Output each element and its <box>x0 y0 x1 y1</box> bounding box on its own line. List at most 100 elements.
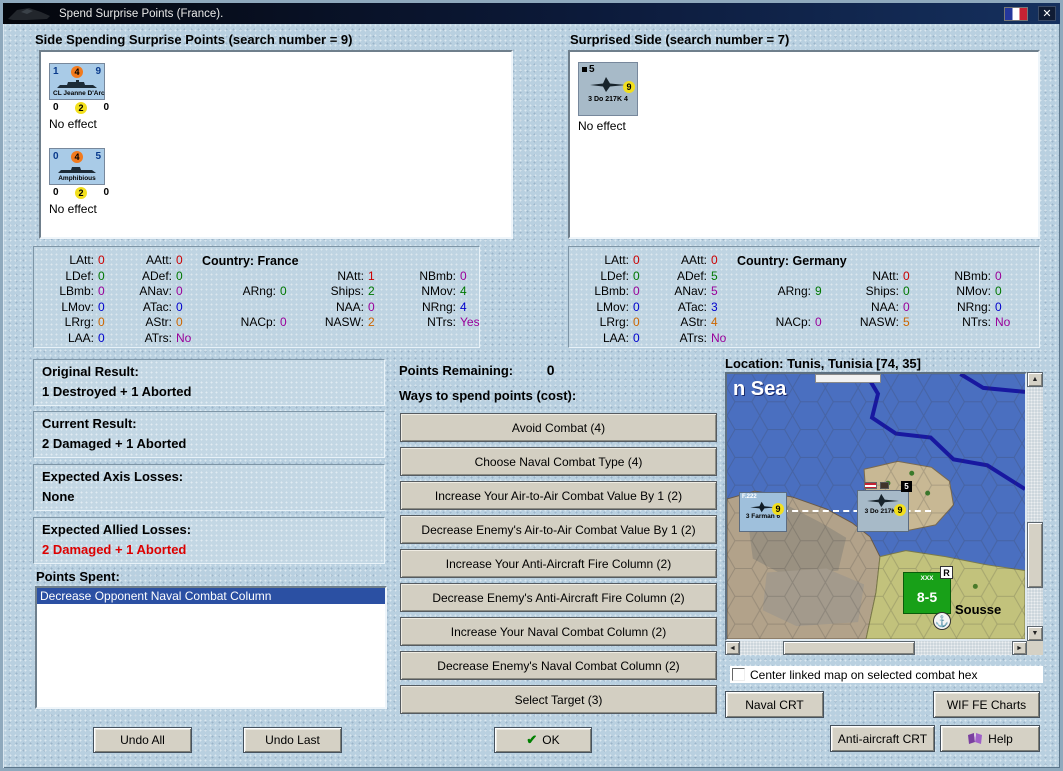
port-anchor-icon: ⚓ <box>933 612 951 630</box>
effect-text: No effect <box>49 202 97 216</box>
surprised-panel-title: Surprised Side (search number = 7) <box>570 32 790 47</box>
spender-units-box: 1 4 9 CL Jeanne D'Arc 0 2 0 No effect 0 <box>39 50 513 239</box>
undo-all-button[interactable]: Undo All <box>93 727 192 753</box>
help-book-icon <box>968 733 983 744</box>
value: 0 <box>103 187 109 198</box>
increase-air-combat-button[interactable]: Increase Your Air-to-Air Combat Value By… <box>400 481 717 510</box>
ship-counter: 1 4 9 CL Jeanne D'Arc <box>49 63 105 100</box>
stat-latt: LAtt: 0 <box>604 253 640 268</box>
close-icon[interactable]: ✕ <box>1038 6 1056 21</box>
center-map-checkbox-row: Center linked map on selected combat hex <box>730 666 1043 683</box>
stat-adef: ADef: 0 <box>141 268 183 283</box>
window-title: Spend Surprise Points (France). <box>59 7 224 20</box>
map-horizontal-scrollbar[interactable]: ◄ ► <box>725 641 1027 655</box>
air-counter: 5 9 3 Do 217K 4 <box>578 62 638 116</box>
map-widget: n Sea F.222 9 3 Farman 6 5 9 3 Do 217K 4… <box>725 372 1043 655</box>
increase-naval-column-button[interactable]: Increase Your Naval Combat Column (2) <box>400 617 717 646</box>
allied-losses-panel: Expected Allied Losses: 2 Damaged + 1 Ab… <box>33 517 385 564</box>
location-label: Location: Tunis, Tunisia [74, 35] <box>725 356 921 371</box>
axis-losses-value: None <box>42 489 75 504</box>
stat-lrrg: LRrg: 0 <box>64 315 105 330</box>
vertical-scroll-thumb[interactable] <box>1027 522 1043 588</box>
echelon-marker: XXX <box>920 575 934 582</box>
select-target-button[interactable]: Select Target (3) <box>400 685 717 714</box>
naval-crt-button[interactable]: Naval CRT <box>725 691 824 718</box>
stat-nacp: NACp: 0 <box>775 315 822 330</box>
scrollbar-corner <box>1027 641 1043 655</box>
stat-naa: NAA: 0 <box>335 299 375 314</box>
axis-losses-panel: Expected Axis Losses: None <box>33 464 385 511</box>
ok-button[interactable]: ✔ OK <box>494 727 592 753</box>
center-map-checkbox[interactable] <box>732 668 745 681</box>
wif-fe-charts-button[interactable]: WIF FE Charts <box>933 691 1040 718</box>
stat-arng: ARng: 0 <box>242 284 287 299</box>
stat-aatt: AAtt: 0 <box>145 253 183 268</box>
stat-latt: LAtt: 0 <box>69 253 105 268</box>
unit-amphibious[interactable]: 0 4 5 Amphibious 0 2 0 No effect <box>49 148 109 216</box>
stat-nrng: NRng: 0 <box>956 299 1002 314</box>
anti-aircraft-crt-button[interactable]: Anti-aircraft CRT <box>830 725 935 752</box>
stat-nbmb: NBmb: 0 <box>419 268 467 283</box>
increase-aa-fire-button[interactable]: Increase Your Anti-Aircraft Fire Column … <box>400 549 717 578</box>
range-circle: 9 <box>894 504 906 516</box>
stat-naa: NAA: 0 <box>870 299 910 314</box>
scroll-down-icon[interactable]: ▼ <box>1027 626 1043 641</box>
current-result-value: 2 Damaged + 1 Aborted <box>42 436 187 451</box>
spender-panel-title: Side Spending Surprise Points (search nu… <box>35 32 353 47</box>
spend-surprise-points-window: Spend Surprise Points (France). ✕ Side S… <box>0 0 1063 771</box>
list-item[interactable]: Decrease Opponent Naval Combat Column <box>37 588 385 604</box>
value: 0 <box>103 102 109 113</box>
map-unit-ground[interactable]: R XXX 8-5 <box>903 566 953 614</box>
titlebar: Spend Surprise Points (France). ✕ <box>3 3 1060 24</box>
horizontal-scroll-thumb[interactable] <box>783 641 915 655</box>
stack-chip-icon <box>880 482 889 489</box>
points-spent-listbox[interactable]: Decrease Opponent Naval Combat Column <box>35 586 387 709</box>
unit-strength: 8-5 <box>916 589 938 605</box>
sea-name-label: n Sea <box>733 378 787 400</box>
attack-value: 0 <box>53 151 59 162</box>
value: 0 <box>53 102 59 113</box>
ship-silhouette-icon <box>57 80 97 88</box>
undo-last-button[interactable]: Undo Last <box>243 727 342 753</box>
scroll-right-icon[interactable]: ► <box>1012 641 1027 655</box>
check-icon: ✔ <box>526 732 538 747</box>
unit-name: Amphibious <box>58 175 96 182</box>
surprised-units-box: 5 9 3 Do 217K 4 No effect <box>568 50 1040 239</box>
scroll-up-icon[interactable]: ▲ <box>1027 372 1043 387</box>
stat-natt: NAtt: 1 <box>337 268 375 283</box>
map-vertical-scrollbar[interactable]: ▲ ▼ <box>1027 372 1043 641</box>
circled-value: 4 <box>71 150 83 163</box>
unit-do-217k[interactable]: 5 9 3 Do 217K 4 No effect <box>578 62 638 133</box>
stat-ldef: LDef: 0 <box>600 268 640 283</box>
effect-text: No effect <box>49 117 97 131</box>
stack-badge: 5 <box>589 64 595 75</box>
stats-panel-germany: Country: Germany LAtt: 0 LDef: 0 LBmb: 0 LMov:… <box>568 246 1040 348</box>
unit-name: CL Jeanne D'Arc <box>53 90 105 97</box>
stat-anav: ANav: 0 <box>139 284 183 299</box>
map-view[interactable]: n Sea F.222 9 3 Farman 6 5 9 3 Do 217K 4… <box>725 372 1027 641</box>
map-unit-do217[interactable]: 5 9 3 Do 217K 4 <box>857 481 912 532</box>
stat-nacp: NACp: 0 <box>240 315 287 330</box>
decrease-enemy-naval-column-button[interactable]: Decrease Enemy's Naval Combat Column (2) <box>400 651 717 680</box>
decrease-enemy-air-combat-button[interactable]: Decrease Enemy's Air-to-Air Combat Value… <box>400 515 717 544</box>
stat-ships: Ships: 0 <box>865 284 910 299</box>
help-button[interactable]: Help <box>940 725 1040 752</box>
scroll-left-icon[interactable]: ◄ <box>725 641 740 655</box>
map-unit-farman[interactable]: F.222 9 3 Farman 6 <box>739 492 787 532</box>
choose-naval-combat-type-button[interactable]: Choose Naval Combat Type (4) <box>400 447 717 476</box>
avoid-combat-button[interactable]: Avoid Combat (4) <box>400 413 717 442</box>
stat-nasw: NASW: 5 <box>859 315 910 330</box>
range-circle: 9 <box>772 503 784 515</box>
stat-adef: ADef: 5 <box>676 268 718 283</box>
decrease-enemy-aa-fire-button[interactable]: Decrease Enemy's Anti-Aircraft Fire Colu… <box>400 583 717 612</box>
stat-natt: NAtt: 0 <box>872 268 910 283</box>
stat-lbmb: LBmb: 0 <box>59 284 105 299</box>
reserve-badge: R <box>940 566 953 579</box>
circled-value: 2 <box>75 101 87 114</box>
unit-cl-jeanne-darc[interactable]: 1 4 9 CL Jeanne D'Arc 0 2 0 No effect <box>49 63 109 131</box>
ship-silhouette-icon <box>58 167 96 173</box>
plane-silhouette-icon <box>590 77 626 92</box>
country-label: Country: Germany <box>737 253 847 268</box>
allied-losses-label: Expected Allied Losses: <box>42 522 192 537</box>
stat-nmov: NMov: 4 <box>421 284 467 299</box>
